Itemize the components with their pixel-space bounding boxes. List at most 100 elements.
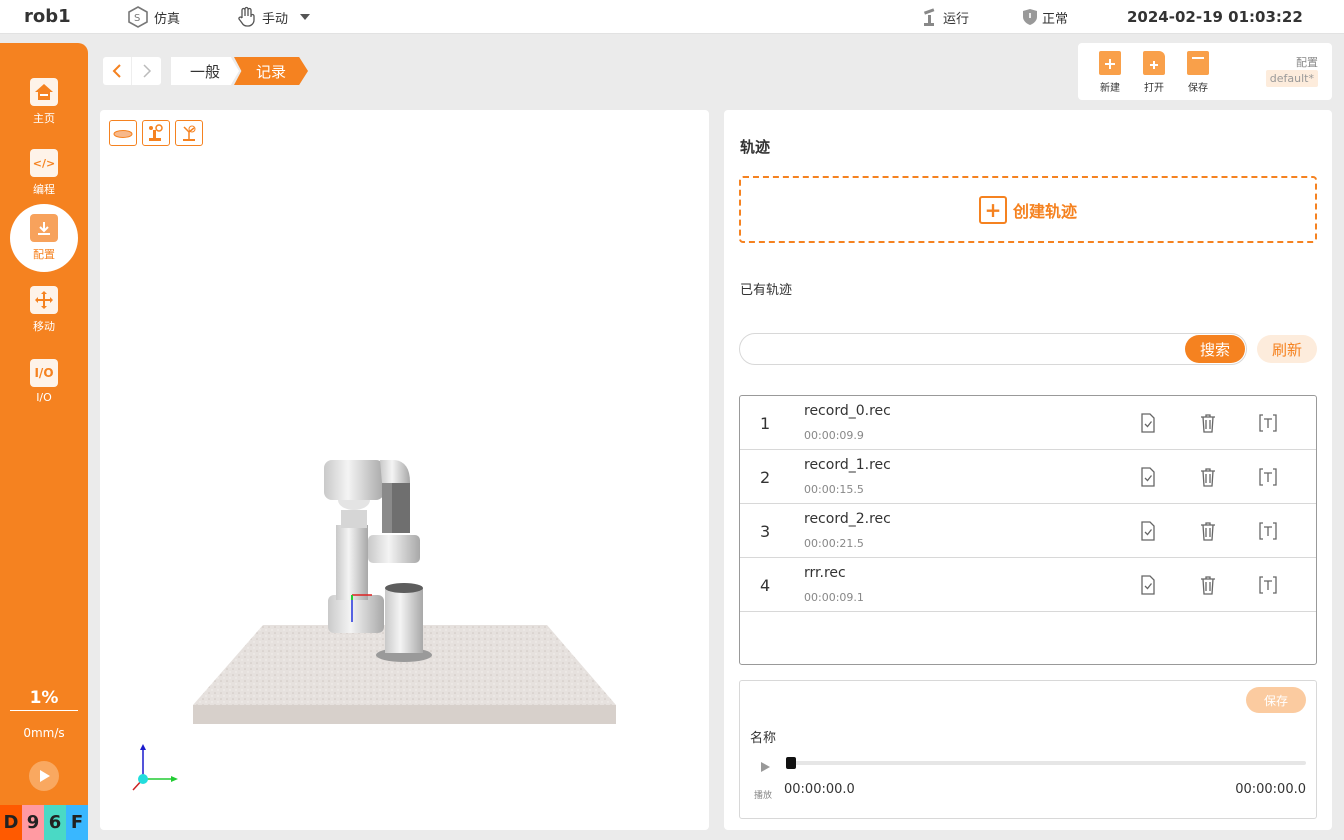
- back-button[interactable]: [103, 57, 132, 85]
- delete-icon[interactable]: [1198, 467, 1218, 487]
- simulation-icon: S: [128, 6, 148, 28]
- debug-char: 9: [22, 805, 44, 840]
- debug-strip: D 9 6 F: [0, 805, 88, 840]
- history-nav: [103, 57, 161, 85]
- debug-char: 6: [44, 805, 66, 840]
- table-row[interactable]: 1 record_0.rec 00:00:09.9: [740, 396, 1316, 450]
- table-row[interactable]: 3 record_2.rec 00:00:21.5: [740, 504, 1316, 558]
- trajectory-list: 1 record_0.rec 00:00:09.9 2 record_1.rec…: [739, 395, 1317, 665]
- debug-char: F: [66, 805, 88, 840]
- create-label: 创建轨迹: [1012, 201, 1077, 221]
- sidebar-item-config[interactable]: 配置: [10, 204, 78, 272]
- slider-thumb[interactable]: [786, 757, 796, 769]
- sidebar-item-label: I/O: [36, 390, 52, 404]
- sidebar-item-label: 主页: [33, 112, 55, 125]
- move-icon: [30, 286, 58, 314]
- load-file-icon[interactable]: [1138, 575, 1158, 595]
- code-icon: </>: [30, 149, 58, 177]
- top-bar: rob1 S 仿真 手动 运行 正常 2024-02-19 01:03:22: [0, 0, 1344, 34]
- sidebar-item-programming[interactable]: </> 编程: [10, 139, 78, 207]
- home-icon: [30, 78, 58, 106]
- save-button[interactable]: 保存: [1178, 51, 1218, 94]
- search-button[interactable]: 搜索: [1185, 335, 1245, 363]
- save-label: 保存: [1188, 83, 1208, 94]
- shield-icon: [1023, 9, 1037, 25]
- run-status: 运行: [921, 6, 969, 28]
- forward-button[interactable]: [132, 57, 161, 85]
- breadcrumb-record[interactable]: 记录: [234, 57, 308, 85]
- open-button[interactable]: 打开: [1134, 51, 1174, 94]
- sidebar-item-io[interactable]: I/O I/O: [10, 347, 78, 415]
- robot-scene: [132, 460, 616, 791]
- open-label: 打开: [1144, 83, 1164, 94]
- chevron-down-icon: [300, 14, 311, 20]
- mode-label: 手动: [262, 11, 289, 27]
- row-duration: 00:00:09.9: [804, 429, 864, 442]
- search-input[interactable]: [739, 333, 1247, 365]
- time-total: 00:00:00.0: [1235, 782, 1306, 797]
- simulation-toggle[interactable]: S 仿真: [126, 6, 180, 28]
- status-label: 正常: [1042, 11, 1069, 27]
- save-icon: [1187, 51, 1209, 75]
- file-toolbar: 新建 打开 保存 配置 default*: [1078, 43, 1332, 100]
- new-button[interactable]: 新建: [1090, 51, 1130, 94]
- run-label: 运行: [943, 11, 970, 27]
- robot-arm-icon: [923, 8, 935, 26]
- config-label: 配置: [1296, 56, 1318, 69]
- rename-icon[interactable]: [1258, 467, 1278, 487]
- player-save-button[interactable]: 保存: [1246, 687, 1306, 713]
- row-index: 1: [760, 414, 771, 433]
- row-duration: 00:00:21.5: [804, 537, 864, 550]
- row-filename: record_1.rec: [804, 457, 891, 473]
- table-row[interactable]: 4 rrr.rec 00:00:09.1: [740, 558, 1316, 612]
- load-file-icon[interactable]: [1138, 467, 1158, 487]
- rename-icon[interactable]: [1258, 413, 1278, 433]
- table-row[interactable]: 2 record_1.rec 00:00:15.5: [740, 450, 1316, 504]
- play-icon: [40, 770, 50, 782]
- playback-panel: 保存 名称 播放 00:00:00.0 00:00:00.0: [739, 680, 1317, 819]
- row-filename: record_2.rec: [804, 511, 891, 527]
- debug-char: D: [0, 805, 22, 840]
- play-button[interactable]: [29, 761, 59, 791]
- config-value[interactable]: default*: [1265, 70, 1318, 87]
- breadcrumb-general[interactable]: 一般: [171, 57, 239, 85]
- rename-icon[interactable]: [1258, 521, 1278, 541]
- sidebar-item-label: 移动: [33, 320, 55, 333]
- sidebar-item-move[interactable]: 移动: [10, 276, 78, 344]
- create-trajectory-button[interactable]: + 创建轨迹: [739, 176, 1317, 243]
- speed-percent[interactable]: 1%: [10, 688, 78, 711]
- robot-name[interactable]: rob1: [24, 6, 71, 27]
- svg-text:S: S: [134, 13, 140, 24]
- new-label: 新建: [1100, 83, 1120, 94]
- open-folder-icon: [1143, 51, 1165, 75]
- delete-icon[interactable]: [1198, 521, 1218, 541]
- speed-value: 0mm/s: [23, 726, 65, 740]
- refresh-button[interactable]: 刷新: [1257, 335, 1317, 363]
- row-index: 2: [760, 468, 771, 487]
- simulation-label: 仿真: [154, 11, 181, 27]
- datetime: 2024-02-19 01:03:22: [1127, 8, 1303, 26]
- row-duration: 00:00:15.5: [804, 483, 864, 496]
- row-filename: rrr.rec: [804, 565, 846, 581]
- load-file-icon[interactable]: [1138, 413, 1158, 433]
- mode-dropdown[interactable]: 手动: [236, 6, 320, 28]
- trajectory-panel: 轨迹 + 创建轨迹 已有轨迹 搜索 刷新 1 record_0.rec 00:0…: [724, 110, 1332, 830]
- existing-trajectories-label: 已有轨迹: [740, 283, 793, 298]
- config-icon: [30, 214, 58, 242]
- delete-icon[interactable]: [1198, 575, 1218, 595]
- rename-icon[interactable]: [1258, 575, 1278, 595]
- delete-icon[interactable]: [1198, 413, 1218, 433]
- sidebar-item-label: 配置: [33, 248, 55, 261]
- time-current: 00:00:00.0: [784, 782, 855, 797]
- 3d-viewport[interactable]: [100, 110, 709, 830]
- load-file-icon[interactable]: [1138, 521, 1158, 541]
- sidebar-item-home[interactable]: 主页: [10, 68, 78, 136]
- progress-slider[interactable]: [786, 757, 1306, 769]
- hand-icon: [238, 6, 255, 27]
- new-file-icon: [1099, 51, 1121, 75]
- sidebar-item-label: 编程: [33, 183, 55, 196]
- play-label: 播放: [754, 791, 773, 801]
- row-index: 4: [760, 576, 771, 595]
- play-icon[interactable]: [759, 761, 771, 773]
- panel-title: 轨迹: [740, 138, 771, 156]
